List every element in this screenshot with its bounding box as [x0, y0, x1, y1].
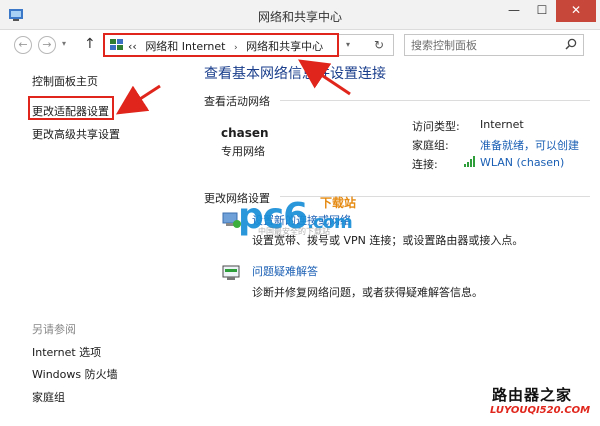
minimize-button[interactable]: —	[500, 0, 528, 22]
adapter-highlight-box	[28, 96, 114, 120]
divider	[280, 100, 590, 101]
troubleshoot-desc: 诊断并修复网络问题，或者获得疑难解答信息。	[252, 286, 483, 299]
search-icon[interactable]	[565, 38, 577, 50]
search-box[interactable]	[404, 34, 584, 56]
address-highlight-box	[103, 33, 339, 57]
title-bar: 网络和共享中心 — ☐ ✕	[0, 0, 600, 30]
homegroup-label: 家庭组:	[412, 139, 449, 152]
wlan-connection-link[interactable]: WLAN (chasen)	[480, 156, 564, 169]
connections-label: 连接:	[412, 158, 438, 171]
sidebar-advanced-sharing-link[interactable]: 更改高级共享设置	[32, 126, 120, 142]
site-name-watermark: 路由器之家	[492, 386, 573, 404]
sidebar-internet-options-link[interactable]: Internet 选项	[32, 344, 101, 360]
sidebar-home-link[interactable]: 控制面板主页	[32, 73, 98, 89]
access-type-value: Internet	[480, 118, 524, 131]
page-title: 查看基本网络信息并设置连接	[204, 66, 386, 82]
see-also-heading: 另请参阅	[32, 323, 76, 336]
active-networks-heading: 查看活动网络	[204, 95, 270, 108]
recent-locations-dropdown[interactable]: ▾	[62, 39, 66, 48]
troubleshoot-icon	[222, 265, 240, 280]
close-button[interactable]: ✕	[556, 0, 596, 22]
search-input[interactable]	[411, 38, 561, 52]
refresh-button[interactable]: ↻	[374, 38, 384, 52]
site-url-watermark: LUYOUQI520.COM	[490, 405, 591, 416]
pc6-sub-watermark: 中国最安全的下载站	[258, 227, 330, 236]
sidebar-firewall-link[interactable]: Windows 防火墙	[32, 366, 118, 382]
access-type-label: 访问类型:	[412, 120, 460, 133]
address-dropdown[interactable]: ▾	[346, 40, 350, 49]
homegroup-link[interactable]: 准备就绪，可以创建	[480, 137, 579, 153]
up-button[interactable]: ↑	[84, 36, 96, 52]
network-name: chasen	[221, 126, 269, 140]
wifi-signal-icon	[464, 156, 475, 167]
xiazaizhan-watermark: 下载站	[320, 196, 357, 210]
forward-button[interactable]: →	[38, 36, 56, 54]
sidebar-homegroup-link[interactable]: 家庭组	[32, 389, 65, 405]
back-button[interactable]: ←	[14, 36, 32, 54]
maximize-button[interactable]: ☐	[528, 0, 556, 22]
arrow-to-adapter	[115, 84, 161, 115]
troubleshoot-link[interactable]: 问题疑难解答	[252, 263, 318, 279]
network-type: 专用网络	[221, 145, 265, 158]
